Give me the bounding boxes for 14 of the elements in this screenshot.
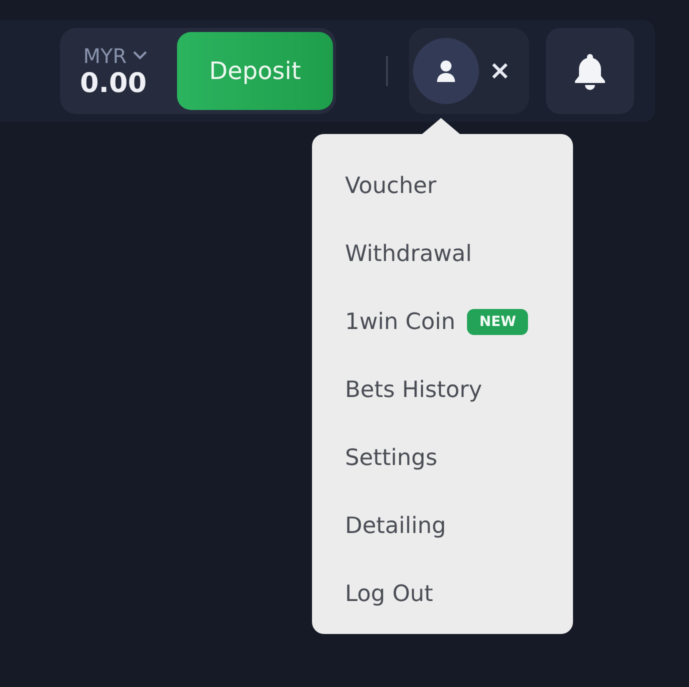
balance-amount: 0.00 [80, 68, 147, 98]
chevron-down-icon[interactable] [132, 51, 147, 60]
menu-item[interactable]: Settings [345, 445, 438, 471]
new-badge: NEW [467, 309, 528, 335]
menu-item[interactable]: Withdrawal [345, 241, 472, 267]
menu-item[interactable]: Voucher [345, 173, 436, 199]
user-icon [436, 60, 456, 82]
menu-item[interactable]: Bets History [345, 377, 482, 403]
menu-item[interactable]: Log Out [345, 581, 434, 607]
close-button[interactable]: × [489, 56, 511, 86]
currency-label[interactable]: MYR [83, 44, 127, 68]
menu-item[interactable]: Detailing [345, 513, 446, 539]
notification-button[interactable] [546, 28, 634, 114]
menu-item[interactable]: 1win Coin [345, 309, 456, 335]
